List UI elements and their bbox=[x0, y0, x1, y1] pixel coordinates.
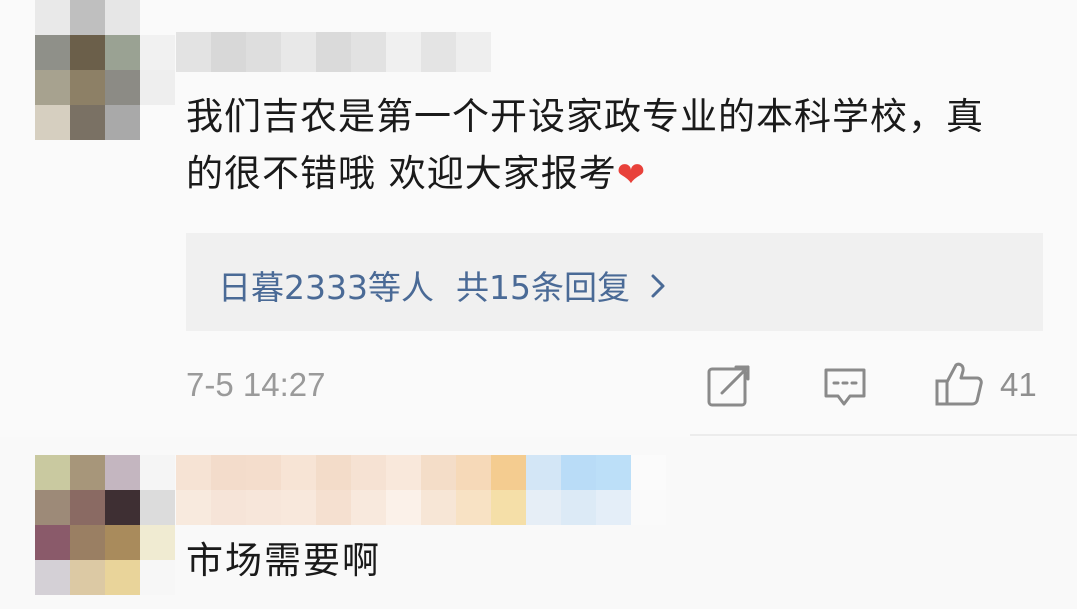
reply-total: 共15条回复 bbox=[455, 268, 630, 307]
comment-icon[interactable] bbox=[822, 366, 868, 412]
username-blurred[interactable] bbox=[176, 32, 491, 72]
heart-emoji-icon: ❤ bbox=[616, 155, 647, 195]
replies-preview[interactable]: 日暮2333等人 共15条回复 bbox=[186, 233, 1043, 331]
avatar[interactable] bbox=[35, 455, 175, 595]
comment-body: 我们吉农是第一个开设家政专业的本科学校，真的很不错哦 欢迎大家报考 bbox=[186, 95, 984, 195]
repost-icon[interactable] bbox=[706, 364, 752, 412]
reply-users: 日暮2333等人 bbox=[218, 268, 434, 307]
divider bbox=[690, 434, 1077, 436]
comment-card: 我们吉农是第一个开设家政专业的本科学校，真的很不错哦 欢迎大家报考❤ 日暮233… bbox=[0, 0, 1077, 437]
chevron-right-icon bbox=[650, 272, 666, 307]
thumbs-up-icon[interactable] bbox=[934, 361, 984, 411]
timestamp: 7-5 14:27 bbox=[186, 366, 326, 403]
username-blurred[interactable] bbox=[176, 455, 666, 525]
comment-text: 我们吉农是第一个开设家政专业的本科学校，真的很不错哦 欢迎大家报考❤ bbox=[186, 88, 1016, 204]
replies-summary[interactable]: 日暮2333等人 共15条回复 bbox=[218, 261, 666, 309]
avatar[interactable] bbox=[35, 0, 175, 140]
comment-body: 市场需要啊 bbox=[186, 539, 381, 582]
like-count: 41 bbox=[1000, 366, 1037, 403]
